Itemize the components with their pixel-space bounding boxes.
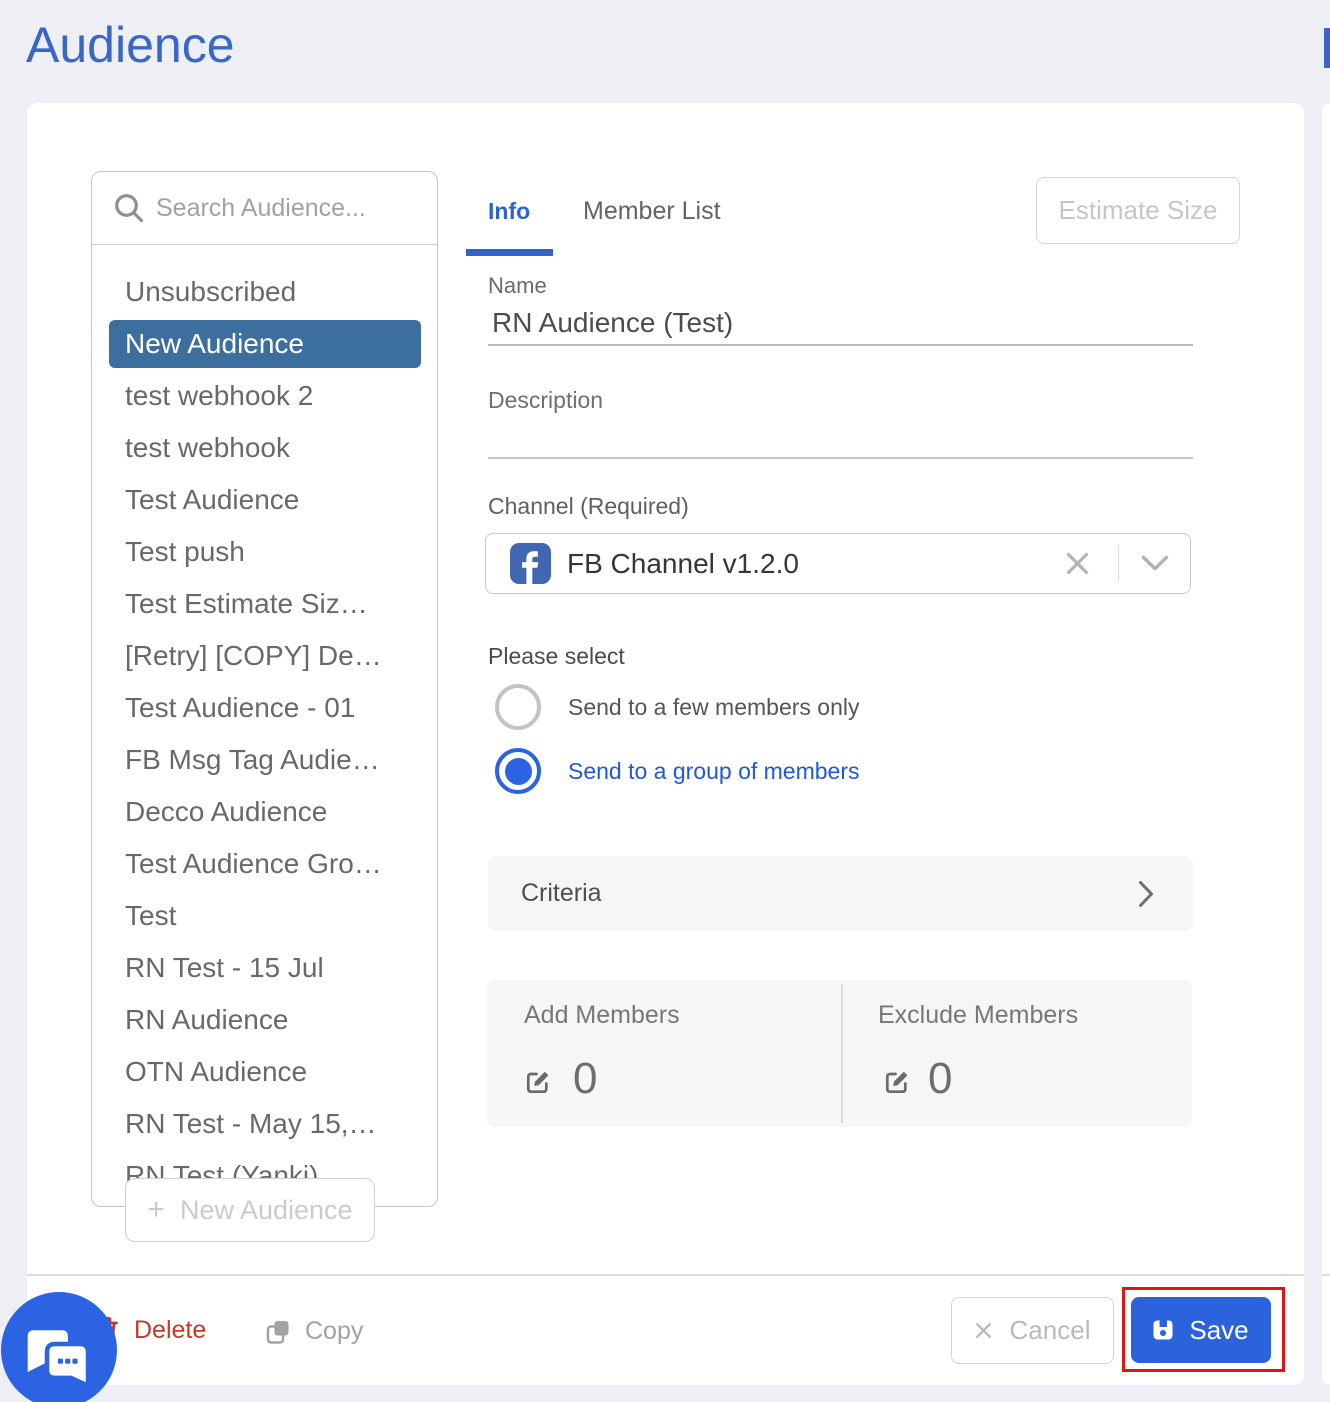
audience-list-item-label: RN Audience bbox=[125, 1004, 288, 1036]
exclude-members-cell: Exclude Members 0 bbox=[842, 980, 1192, 1127]
name-label: Name bbox=[488, 273, 547, 299]
audience-list-item-label: Test Audience bbox=[125, 484, 299, 516]
audience-list-item[interactable]: FB Msg Tag Audie… bbox=[92, 734, 437, 786]
members-panel: Add Members 0 Exclude Members 0 bbox=[487, 980, 1192, 1127]
chevron-down-icon[interactable] bbox=[1140, 554, 1170, 573]
facebook-icon bbox=[510, 543, 551, 584]
channel-label: Channel (Required) bbox=[488, 493, 689, 520]
page-title: Audience bbox=[26, 16, 235, 74]
search-input[interactable] bbox=[156, 194, 437, 223]
channel-controls bbox=[1064, 545, 1171, 582]
audience-list-item[interactable]: test webhook 2 bbox=[92, 370, 437, 422]
audience-list-item[interactable]: RN Audience bbox=[92, 994, 437, 1046]
audience-list-item[interactable]: [Retry] [COPY] De… bbox=[92, 630, 437, 682]
description-input[interactable] bbox=[488, 418, 1193, 459]
add-members-edit[interactable] bbox=[524, 1068, 552, 1101]
audience-list-panel: Unsubscribed New Audience test webhook 2… bbox=[91, 171, 438, 1207]
new-audience-button-label: New Audience bbox=[180, 1195, 353, 1226]
audience-list-item-label: New Audience bbox=[125, 328, 304, 360]
audience-list-item[interactable]: Test Audience bbox=[92, 474, 437, 526]
edit-icon[interactable] bbox=[524, 1068, 552, 1096]
criteria-label: Criteria bbox=[521, 879, 602, 908]
radio-send-few[interactable]: Send to a few members only bbox=[495, 684, 859, 730]
cancel-label: Cancel bbox=[1010, 1315, 1091, 1346]
save-icon bbox=[1153, 1320, 1173, 1340]
radio-dot bbox=[505, 758, 532, 785]
audience-list-item-label: Unsubscribed bbox=[125, 276, 296, 308]
divider bbox=[1118, 545, 1120, 582]
add-members-label: Add Members bbox=[524, 1001, 680, 1030]
chat-widget-button[interactable] bbox=[1, 1292, 117, 1402]
radio-unselected-icon[interactable] bbox=[495, 684, 541, 730]
clipped-side-card bbox=[1322, 103, 1330, 1385]
radio-send-group[interactable]: Send to a group of members bbox=[495, 748, 860, 794]
save-label: Save bbox=[1189, 1315, 1248, 1346]
cancel-button[interactable]: Cancel bbox=[951, 1297, 1114, 1364]
audience-list-item[interactable]: Test Estimate Siz… bbox=[92, 578, 437, 630]
audience-list-item-label: Test bbox=[125, 900, 176, 932]
audience-list-item-label: [Retry] [COPY] De… bbox=[125, 640, 382, 672]
tab-info[interactable]: Info bbox=[488, 197, 530, 225]
tab-member-list[interactable]: Member List bbox=[583, 197, 721, 225]
audience-list-item-label: Test Audience Gro… bbox=[125, 848, 382, 880]
audience-list-item[interactable]: Test Audience Gro… bbox=[92, 838, 437, 890]
audience-list-item[interactable]: test webhook bbox=[92, 422, 437, 474]
save-button[interactable]: Save bbox=[1131, 1297, 1271, 1363]
radio-send-few-label: Send to a few members only bbox=[568, 694, 859, 721]
audience-list-item[interactable]: OTN Audience bbox=[92, 1046, 437, 1098]
exclude-members-count: 0 bbox=[928, 1057, 952, 1101]
add-members-count: 0 bbox=[573, 1057, 597, 1101]
audience-list-item[interactable]: Test Audience - 01 bbox=[92, 682, 437, 734]
radio-send-group-label: Send to a group of members bbox=[568, 758, 860, 785]
channel-value: FB Channel v1.2.0 bbox=[567, 548, 799, 580]
audience-list-item-label: OTN Audience bbox=[125, 1056, 307, 1088]
search-icon bbox=[113, 192, 145, 224]
search-box bbox=[92, 172, 437, 245]
exclude-members-label: Exclude Members bbox=[878, 1001, 1078, 1030]
audience-list-item-label: test webhook bbox=[125, 432, 290, 464]
delete-label: Delete bbox=[134, 1316, 206, 1345]
audience-list-item[interactable]: New Audience bbox=[109, 320, 421, 368]
audience-list-item-label: Decco Audience bbox=[125, 796, 327, 828]
audience-list-item[interactable]: Decco Audience bbox=[92, 786, 437, 838]
copy-label: Copy bbox=[305, 1317, 363, 1346]
active-tab-underline bbox=[466, 249, 553, 256]
footer-divider bbox=[27, 1274, 1304, 1276]
please-select-label: Please select bbox=[488, 643, 625, 670]
audience-list-item[interactable]: Unsubscribed bbox=[92, 266, 437, 318]
chevron-right-icon bbox=[1137, 879, 1155, 909]
estimate-size-button[interactable]: Estimate Size bbox=[1036, 177, 1240, 244]
divider bbox=[1322, 1274, 1330, 1276]
audience-card: Unsubscribed New Audience test webhook 2… bbox=[27, 103, 1304, 1385]
add-members-cell: Add Members 0 bbox=[487, 980, 841, 1127]
plus-icon: + bbox=[147, 1195, 165, 1225]
chat-bubbles-icon bbox=[1, 1292, 117, 1402]
edit-icon[interactable] bbox=[883, 1068, 911, 1096]
audience-list: Unsubscribed New Audience test webhook 2… bbox=[92, 245, 437, 1202]
audience-list-item-label: test webhook 2 bbox=[125, 380, 313, 412]
channel-select[interactable]: FB Channel v1.2.0 bbox=[485, 533, 1191, 594]
close-icon bbox=[975, 1322, 992, 1339]
name-input[interactable]: RN Audience (Test) bbox=[488, 301, 1193, 346]
exclude-members-edit[interactable] bbox=[883, 1068, 911, 1101]
audience-list-item[interactable]: RN Test - 15 Jul bbox=[92, 942, 437, 994]
audience-list-item[interactable]: Test bbox=[92, 890, 437, 942]
audience-list-item-label: RN Test - 15 Jul bbox=[125, 952, 324, 984]
audience-list-item[interactable]: Test push bbox=[92, 526, 437, 578]
copy-button[interactable]: Copy bbox=[265, 1317, 363, 1346]
audience-list-item[interactable]: RN Test - May 15,… bbox=[92, 1098, 437, 1150]
copy-icon bbox=[265, 1319, 291, 1345]
description-label: Description bbox=[488, 387, 603, 414]
audience-list-item-label: Test Estimate Siz… bbox=[125, 588, 368, 620]
new-audience-button[interactable]: + New Audience bbox=[125, 1178, 375, 1242]
audience-list-item-label: FB Msg Tag Audie… bbox=[125, 744, 380, 776]
audience-list-item-label: Test push bbox=[125, 536, 245, 568]
criteria-panel[interactable]: Criteria bbox=[488, 856, 1193, 931]
clipped-title-fragment bbox=[1324, 28, 1330, 68]
radio-selected-icon[interactable] bbox=[495, 748, 541, 794]
audience-list-item-label: Test Audience - 01 bbox=[125, 692, 355, 724]
audience-list-item-label: RN Test - May 15,… bbox=[125, 1108, 377, 1140]
clear-icon[interactable] bbox=[1064, 550, 1091, 577]
